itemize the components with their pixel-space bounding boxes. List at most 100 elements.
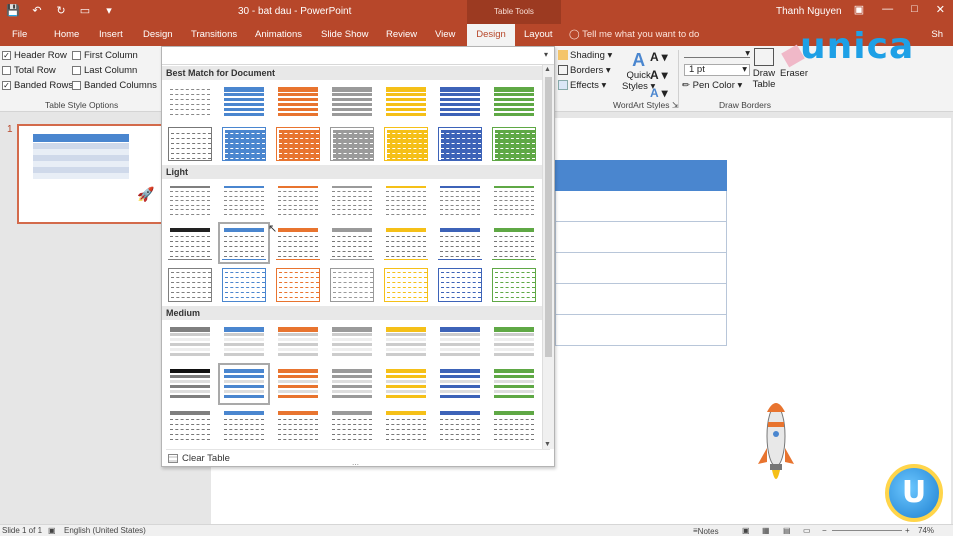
table-style-swatch[interactable] [492, 85, 536, 119]
table-style-swatch[interactable] [168, 184, 212, 218]
gallery-scrollbar[interactable]: ▲ ▼ [542, 65, 554, 449]
table-style-swatch[interactable] [384, 184, 428, 218]
table-style-swatch[interactable] [438, 85, 482, 119]
pen-color-button[interactable]: ✏ Pen Color ▾ [682, 80, 742, 91]
close-icon[interactable]: ✕ [936, 3, 945, 16]
table-style-swatch[interactable] [384, 325, 428, 359]
banded-rows-checkbox[interactable]: ✓ Banded Rows [2, 80, 73, 91]
table-style-swatch[interactable] [438, 325, 482, 359]
table-style-swatch[interactable] [222, 85, 266, 119]
scroll-thumb[interactable] [545, 77, 552, 357]
slide-thumbnail[interactable]: 🚀 [17, 124, 163, 224]
tab-slide-show[interactable]: Slide Show [315, 24, 375, 46]
tab-review[interactable]: Review [380, 24, 423, 46]
ribbon-display-icon[interactable]: ▣ [854, 3, 864, 16]
table-style-swatch[interactable] [384, 268, 428, 302]
table-style-swatch[interactable] [492, 268, 536, 302]
table-style-swatch[interactable] [276, 367, 320, 401]
zoom-slider[interactable] [832, 530, 902, 531]
table-styles-gallery[interactable]: ▾ Best Match for Document Light Medium ▲… [161, 46, 555, 469]
tab-table-layout[interactable]: Layout [518, 24, 559, 46]
table-style-swatch[interactable] [438, 127, 482, 161]
table-style-swatch[interactable] [438, 367, 482, 401]
zoom-in-icon[interactable]: + [905, 526, 910, 535]
table-style-swatch[interactable] [218, 363, 270, 405]
effects-button[interactable]: Effects ▾ [558, 80, 606, 91]
draw-table-button[interactable]: Draw Table [752, 48, 776, 90]
slide-sorter-icon[interactable]: ▦ [762, 526, 770, 535]
table-style-swatch[interactable] [492, 226, 536, 260]
tab-design[interactable]: Design [137, 24, 179, 46]
tab-transitions[interactable]: Transitions [185, 24, 243, 46]
table-style-swatch[interactable] [168, 226, 212, 260]
pen-style-dropdown[interactable]: ▾ [684, 48, 750, 59]
borders-button[interactable]: Borders ▾ [558, 65, 611, 76]
first-column-checkbox[interactable]: First Column [72, 50, 138, 61]
table-style-swatch[interactable] [222, 268, 266, 302]
resize-grip-icon[interactable]: ⋯ [352, 461, 359, 469]
table-style-swatch[interactable] [330, 268, 374, 302]
text-fill-button[interactable]: A ▾ [650, 50, 668, 64]
tab-animations[interactable]: Animations [249, 24, 308, 46]
table-style-swatch[interactable] [168, 127, 212, 161]
table-style-swatch[interactable] [492, 325, 536, 359]
share-button[interactable]: Sh [931, 29, 943, 40]
table-style-swatch[interactable] [492, 184, 536, 218]
table-style-swatch[interactable] [276, 325, 320, 359]
table-style-swatch[interactable] [276, 127, 320, 161]
table-style-swatch[interactable] [384, 226, 428, 260]
redo-icon[interactable]: ↻ [54, 4, 68, 17]
text-outline-button[interactable]: A ▾ [650, 68, 668, 82]
slide-table[interactable] [555, 160, 727, 346]
table-style-swatch[interactable] [492, 127, 536, 161]
table-style-swatch[interactable] [492, 409, 536, 443]
maximize-icon[interactable]: □ [911, 3, 918, 16]
total-row-checkbox[interactable]: Total Row [2, 65, 56, 76]
spellcheck-icon[interactable]: ▣ [48, 526, 56, 535]
table-style-swatch[interactable] [492, 367, 536, 401]
pen-weight-dropdown[interactable]: 1 pt ▾ [684, 64, 750, 76]
table-style-swatch[interactable] [222, 184, 266, 218]
normal-view-icon[interactable]: ▣ [742, 526, 750, 535]
slideshow-view-icon[interactable]: ▭ [803, 526, 811, 535]
table-style-swatch[interactable] [168, 367, 212, 401]
table-style-swatch[interactable] [438, 409, 482, 443]
table-style-swatch[interactable] [222, 409, 266, 443]
table-style-swatch[interactable] [330, 409, 374, 443]
minimize-icon[interactable]: — [882, 3, 893, 16]
notes-button[interactable]: ≡ Notes [693, 526, 719, 536]
table-style-swatch[interactable] [330, 325, 374, 359]
table-style-swatch[interactable] [168, 325, 212, 359]
table-style-swatch[interactable] [168, 85, 212, 119]
scroll-down-icon[interactable]: ▼ [544, 441, 551, 448]
last-column-checkbox[interactable]: Last Column [72, 65, 137, 76]
table-style-swatch[interactable] [330, 184, 374, 218]
save-icon[interactable]: 💾 [6, 4, 20, 17]
table-style-swatch[interactable] [218, 222, 270, 264]
reading-view-icon[interactable]: ▤ [783, 526, 791, 535]
table-style-swatch[interactable] [438, 268, 482, 302]
language-indicator[interactable]: English (United States) [64, 526, 146, 535]
tab-home[interactable]: Home [48, 24, 85, 46]
table-style-swatch[interactable] [222, 325, 266, 359]
customize-qat-icon[interactable]: ▾ [102, 4, 116, 17]
banded-columns-checkbox[interactable]: Banded Columns [72, 80, 157, 91]
tab-table-design[interactable]: Design [467, 24, 515, 46]
header-row-checkbox[interactable]: ✓ Header Row [2, 50, 67, 61]
chevron-down-icon[interactable]: ▾ [544, 50, 548, 59]
table-style-swatch[interactable] [330, 127, 374, 161]
table-style-swatch[interactable] [276, 184, 320, 218]
table-style-swatch[interactable] [384, 409, 428, 443]
table-style-swatch[interactable] [276, 85, 320, 119]
tab-view[interactable]: View [429, 24, 461, 46]
table-style-swatch[interactable] [438, 184, 482, 218]
table-style-swatch[interactable] [168, 268, 212, 302]
table-style-swatch[interactable] [168, 409, 212, 443]
undo-icon[interactable]: ↶ [30, 4, 44, 17]
zoom-out-icon[interactable]: − [822, 526, 827, 535]
table-style-swatch[interactable] [222, 127, 266, 161]
scroll-up-icon[interactable]: ▲ [544, 66, 551, 73]
table-style-swatch[interactable] [384, 85, 428, 119]
table-style-swatch[interactable] [330, 226, 374, 260]
table-style-swatch[interactable] [276, 409, 320, 443]
